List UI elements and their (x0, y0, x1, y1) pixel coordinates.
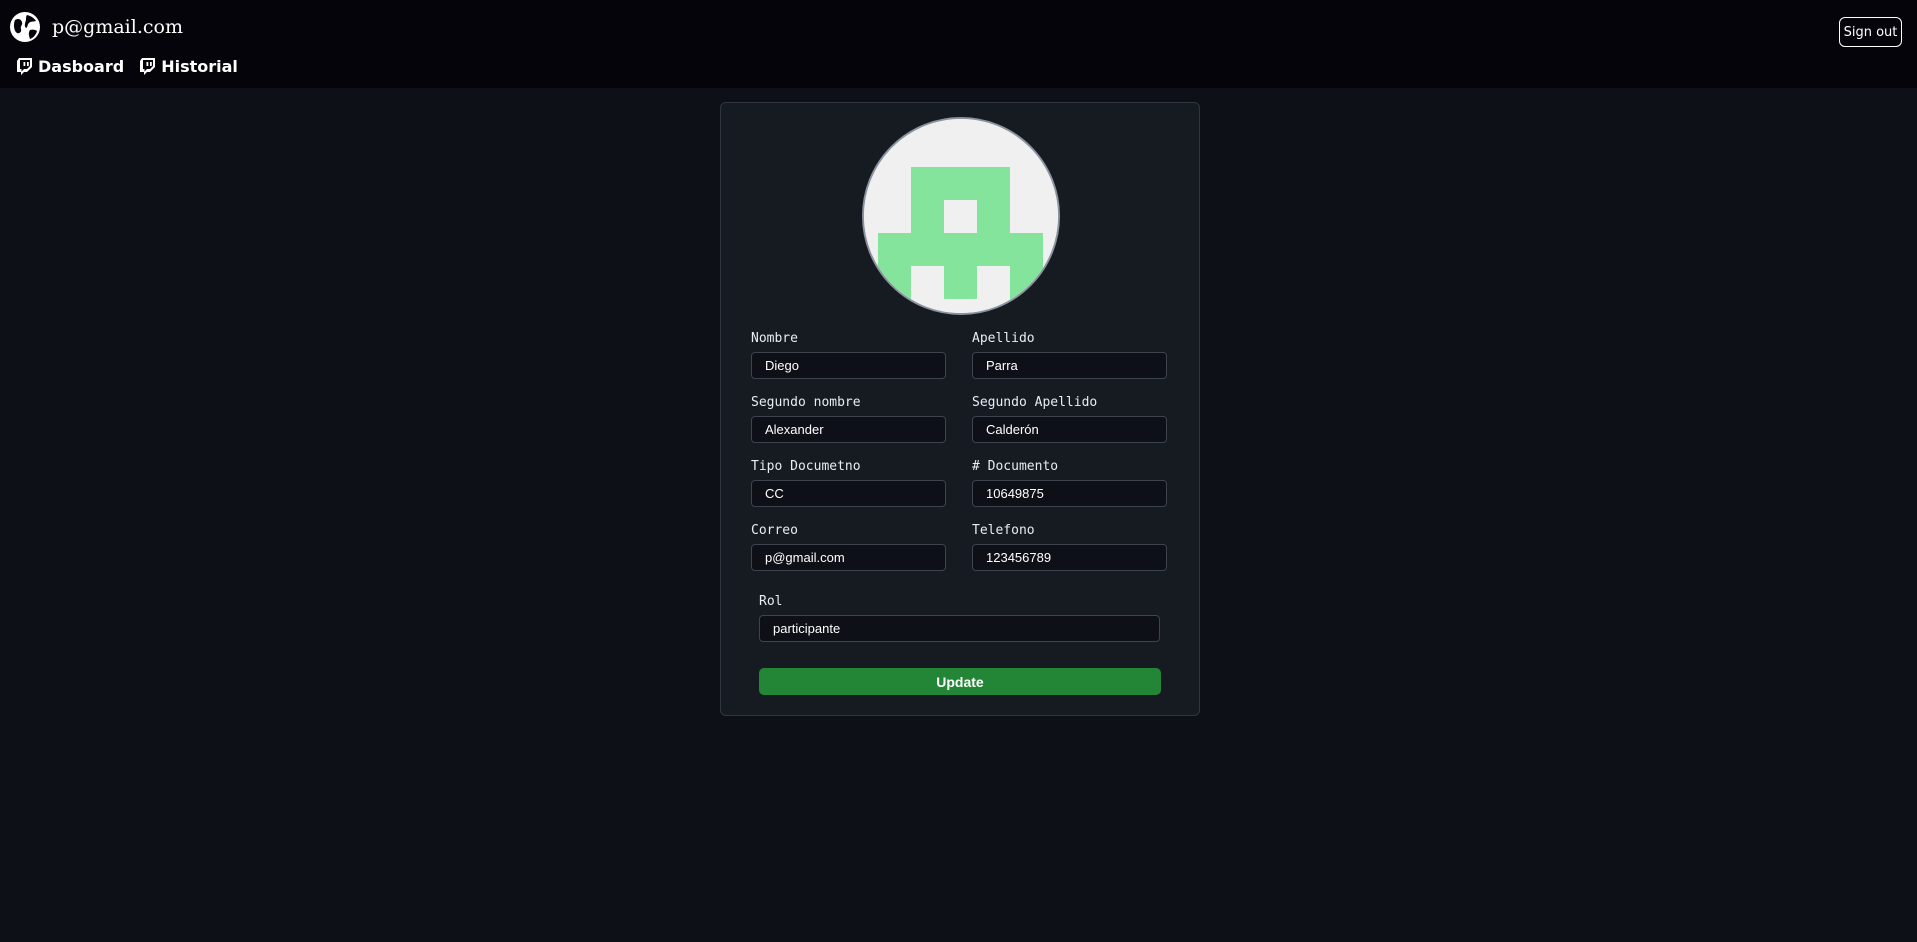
top-navbar: p@gmail.com Dasboard Historial Sign out (0, 0, 1917, 88)
segundo-nombre-field[interactable] (751, 416, 946, 443)
segundo-nombre-label: Segundo nombre (751, 395, 861, 410)
twitch-icon (17, 58, 32, 75)
tipo-documento-field[interactable] (751, 480, 946, 507)
brand: p@gmail.com (9, 11, 183, 43)
nav-item-dashboard[interactable]: Dasboard (17, 57, 124, 76)
documento-field[interactable] (972, 480, 1167, 507)
correo-label: Correo (751, 523, 798, 538)
rol-label: Rol (759, 594, 783, 609)
profile-card: Nombre Apellido Segundo nombre Segundo A… (720, 102, 1200, 716)
avatar (862, 117, 1060, 315)
nav-item-historial[interactable]: Historial (140, 57, 238, 76)
correo-field[interactable] (751, 544, 946, 571)
telefono-field[interactable] (972, 544, 1167, 571)
sign-out-button[interactable]: Sign out (1839, 17, 1902, 47)
nombre-field[interactable] (751, 352, 946, 379)
nav-label-historial: Historial (161, 57, 238, 76)
tipo-documento-label: Tipo Documetno (751, 459, 861, 474)
user-email: p@gmail.com (52, 16, 183, 38)
nav-label-dashboard: Dasboard (38, 57, 125, 76)
update-button[interactable]: Update (759, 668, 1161, 695)
segundo-apellido-label: Segundo Apellido (972, 395, 1098, 410)
twitch-icon (140, 58, 156, 75)
apellido-label: Apellido (972, 331, 1035, 346)
globe-icon (10, 12, 40, 42)
rol-field[interactable] (759, 615, 1160, 642)
identicon-avatar-icon (864, 119, 1058, 313)
apellido-field[interactable] (972, 352, 1167, 379)
telefono-label: Telefono (972, 523, 1035, 538)
nombre-label: Nombre (751, 331, 798, 346)
documento-label: # Documento (972, 459, 1059, 474)
main-nav: Dasboard Historial (17, 57, 238, 76)
segundo-apellido-field[interactable] (972, 416, 1167, 443)
